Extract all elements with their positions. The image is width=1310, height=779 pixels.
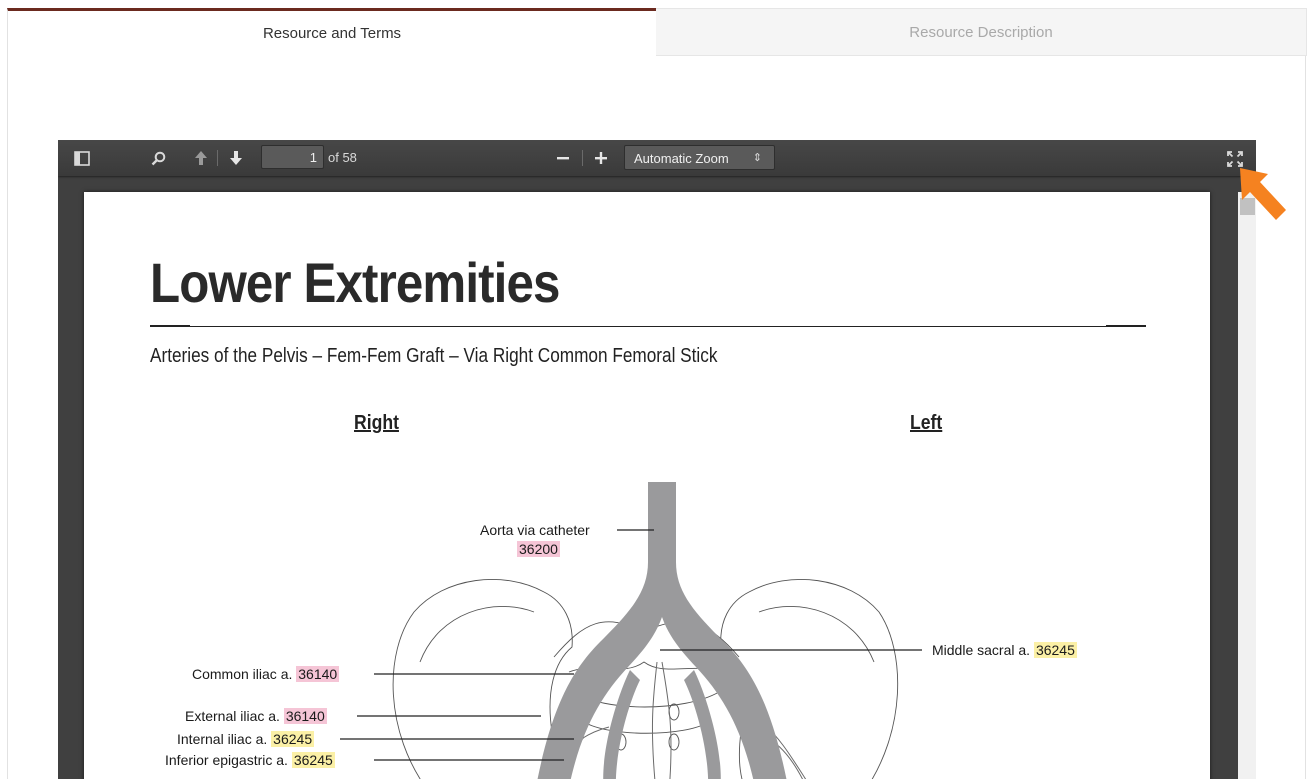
label-external-iliac: External iliac a. 36140 bbox=[185, 708, 327, 724]
panel-border-right bbox=[1305, 56, 1306, 779]
label-aorta: Aorta via catheter bbox=[480, 522, 590, 538]
cpt-code: 36140 bbox=[283, 708, 327, 724]
panel-border-left bbox=[7, 56, 8, 779]
label-internal-iliac: Internal iliac a. 36245 bbox=[177, 731, 315, 747]
cpt-code: 36245 bbox=[271, 731, 315, 747]
cpt-code: 36245 bbox=[291, 752, 335, 768]
zoom-value: Automatic Zoom bbox=[634, 151, 729, 166]
code-aorta: 36200 bbox=[517, 541, 560, 557]
tab-label: Resource Description bbox=[909, 23, 1053, 41]
sidebar-toggle-icon[interactable] bbox=[72, 149, 92, 167]
pelvis-artery-diagram bbox=[340, 482, 922, 779]
arrow-up-icon[interactable] bbox=[191, 149, 211, 167]
zoom-select[interactable]: Automatic Zoom ⇕ bbox=[624, 145, 775, 170]
minus-icon[interactable] bbox=[553, 148, 573, 168]
plus-icon[interactable] bbox=[591, 148, 611, 168]
tab-label: Resource and Terms bbox=[262, 25, 402, 42]
search-icon[interactable] bbox=[148, 149, 168, 167]
toolbar-separator bbox=[217, 150, 218, 166]
pdf-page: Lower Extremities Arteries of the Pelvis… bbox=[84, 192, 1210, 779]
pdf-viewer: 1 of 58 Automatic Zoom ⇕ Lower Extremiti… bbox=[58, 140, 1256, 779]
label-common-iliac: Common iliac a. 36140 bbox=[192, 666, 340, 682]
cpt-code: 36200 bbox=[517, 541, 560, 557]
label-middle-sacral: Middle sacral a. 36245 bbox=[932, 642, 1077, 658]
tab-resource-and-terms[interactable]: Resource and Terms bbox=[7, 8, 656, 56]
scrollbar-track[interactable] bbox=[1238, 192, 1256, 779]
cpt-code: 36245 bbox=[1033, 642, 1077, 658]
label-inferior-epigastric: Inferior epigastric a. 36245 bbox=[165, 752, 335, 768]
resource-tabs: Resource and Terms Resource Description bbox=[7, 8, 1307, 56]
page-number-input[interactable]: 1 bbox=[261, 145, 324, 169]
arrow-down-icon[interactable] bbox=[226, 149, 246, 167]
pdf-toolbar: 1 of 58 Automatic Zoom ⇕ bbox=[58, 140, 1256, 176]
annotation-arrow-icon bbox=[1240, 168, 1286, 220]
toolbar-separator bbox=[582, 150, 583, 166]
cpt-code: 36140 bbox=[296, 666, 340, 682]
chevron-updown-icon: ⇕ bbox=[752, 152, 762, 164]
tab-resource-description[interactable]: Resource Description bbox=[656, 8, 1307, 56]
page-count: of 58 bbox=[328, 150, 357, 165]
